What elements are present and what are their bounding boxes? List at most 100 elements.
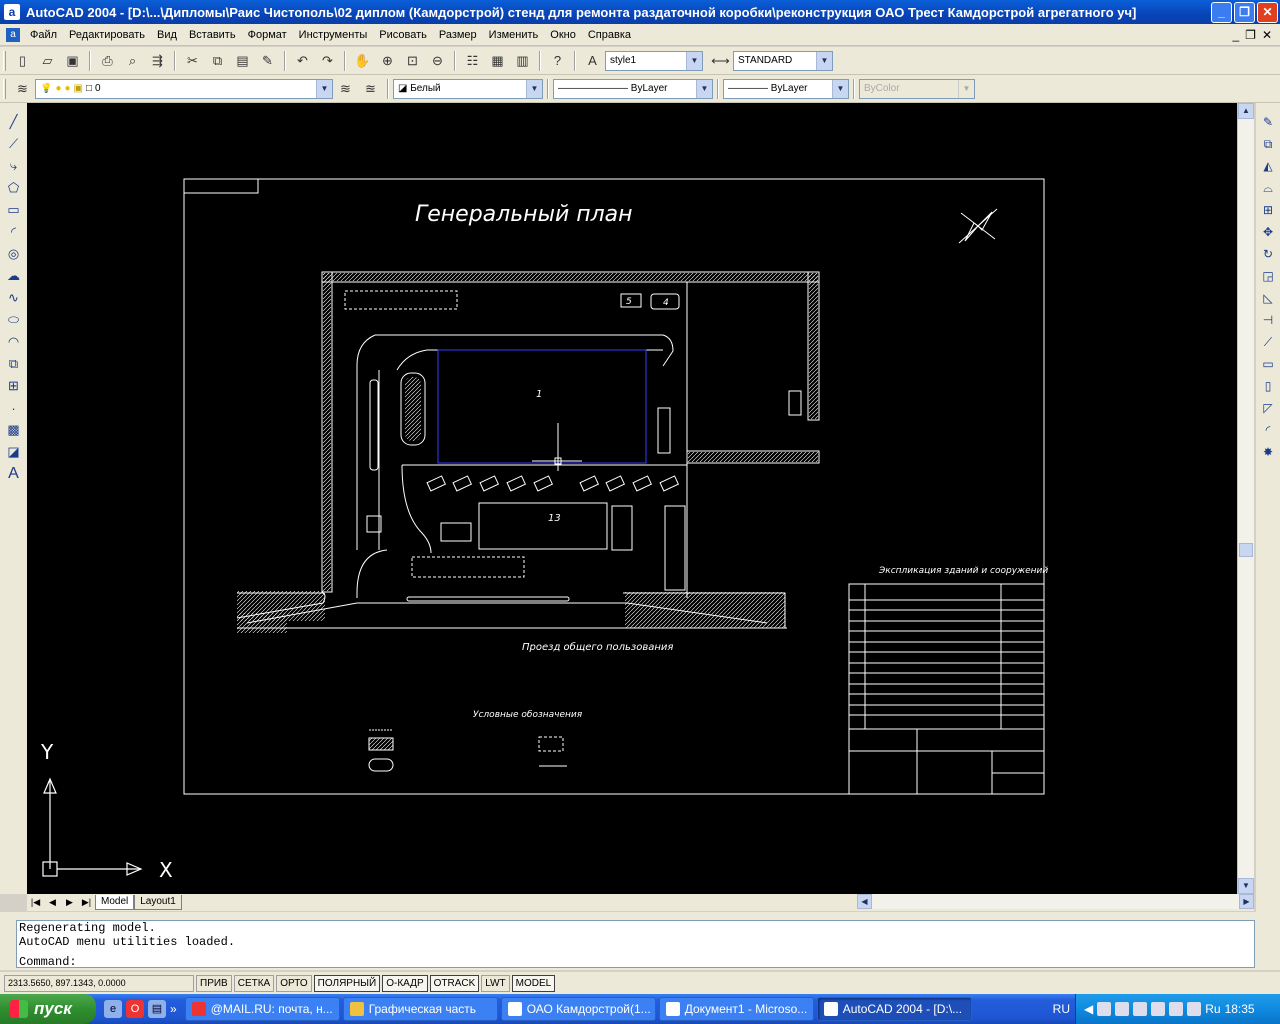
toolbar-grip[interactable] xyxy=(3,50,6,71)
region-icon[interactable]: ◪ xyxy=(3,441,25,463)
arc-icon[interactable]: ◜ xyxy=(3,221,25,243)
lineweight-select[interactable]: ———— ByLayer ▼ xyxy=(723,78,849,99)
document-icon[interactable]: a xyxy=(6,27,20,42)
command-history[interactable]: Regenerating model. AutoCAD menu utiliti… xyxy=(16,920,1255,969)
copy-icon[interactable]: ⧉ xyxy=(206,50,229,72)
language-indicator[interactable]: RU xyxy=(1053,1002,1070,1016)
tray-language-icon[interactable]: Ru xyxy=(1205,1002,1220,1016)
task-autocad[interactable]: AutoCAD 2004 - [D:\... xyxy=(816,997,972,1021)
horizontal-scrollbar[interactable]: ◀ ▶ xyxy=(857,894,1254,909)
menu-help[interactable]: Справка xyxy=(582,29,637,41)
zoom-previous-icon[interactable]: ⊖ xyxy=(426,50,449,72)
properties-icon[interactable]: ☷ xyxy=(461,50,484,72)
drawing-canvas[interactable]: Генеральный план 1 13 4 5 Проезд общего … xyxy=(27,103,1237,894)
model-button[interactable]: MODEL xyxy=(511,974,556,992)
expand-quicklaunch-icon[interactable]: » xyxy=(170,1002,177,1016)
close-button[interactable]: ✕ xyxy=(1257,1,1278,23)
ellipse-arc-icon[interactable]: ◠ xyxy=(3,331,25,353)
hatch-icon[interactable]: ▩ xyxy=(3,419,25,441)
scroll-thumb[interactable] xyxy=(1239,543,1253,557)
print-icon[interactable]: ⎙ xyxy=(96,50,119,72)
network-icon[interactable] xyxy=(1097,1002,1112,1016)
ie-icon[interactable]: e xyxy=(104,1000,122,1018)
tray-app-icon[interactable] xyxy=(1169,1002,1184,1016)
polar-button[interactable]: ПОЛЯРНЫЙ xyxy=(313,974,381,992)
redo-icon[interactable]: ↷ xyxy=(316,50,339,72)
task-word-kamdorstroy[interactable]: ОАО Камдорстрой(1... xyxy=(500,997,656,1021)
first-tab-icon[interactable]: |◀ xyxy=(27,895,44,910)
scroll-down-icon[interactable]: ▼ xyxy=(1238,878,1254,894)
tool-palettes-icon[interactable]: ▥ xyxy=(511,50,534,72)
menu-draw[interactable]: Рисовать xyxy=(373,29,433,41)
undo-icon[interactable]: ↶ xyxy=(291,50,314,72)
explode-icon[interactable]: ✸ xyxy=(1257,441,1279,463)
menu-tools[interactable]: Инструменты xyxy=(293,29,374,41)
clock[interactable]: 18:35 xyxy=(1225,1002,1255,1016)
scroll-up-icon[interactable]: ▲ xyxy=(1238,103,1254,119)
polyline-icon[interactable]: ⤷ xyxy=(3,155,25,177)
volume-icon[interactable] xyxy=(1133,1002,1148,1016)
text-style-icon[interactable]: A xyxy=(581,50,604,72)
fillet-icon[interactable]: ◜ xyxy=(1257,419,1279,441)
opera-icon[interactable]: O xyxy=(126,1000,144,1018)
text-style-select[interactable]: style1 ▼ xyxy=(605,50,703,71)
restore-button[interactable]: ❐ xyxy=(1234,1,1255,23)
save-icon[interactable]: ▣ xyxy=(61,50,84,72)
mdi-restore-icon[interactable]: ❐ xyxy=(1245,28,1256,42)
task-mailru[interactable]: @MAIL.RU: почта, н... xyxy=(184,997,340,1021)
start-button[interactable]: пуск xyxy=(0,994,96,1024)
stretch-icon[interactable]: ◺ xyxy=(1257,287,1279,309)
rotate-icon[interactable]: ↻ xyxy=(1257,243,1279,265)
autocad-app-icon[interactable]: a xyxy=(4,4,20,20)
antivirus-icon[interactable] xyxy=(1115,1002,1130,1016)
last-tab-icon[interactable]: ▶| xyxy=(78,895,95,910)
help-icon[interactable]: ? xyxy=(546,50,569,72)
match-properties-icon[interactable]: ✎ xyxy=(256,50,279,72)
toolbar-grip[interactable] xyxy=(3,78,6,99)
point-icon[interactable]: · xyxy=(3,397,25,419)
task-graphics-folder[interactable]: Графическая часть xyxy=(342,997,498,1021)
circle-icon[interactable]: ◎ xyxy=(3,243,25,265)
pan-icon[interactable]: ✋ xyxy=(351,50,374,72)
new-icon[interactable]: ▯ xyxy=(11,50,34,72)
menu-format[interactable]: Формат xyxy=(242,29,293,41)
zoom-realtime-icon[interactable]: ⊕ xyxy=(376,50,399,72)
ellipse-icon[interactable]: ⬭ xyxy=(3,309,25,331)
layer-manager-icon[interactable]: ≋ xyxy=(11,78,34,100)
next-tab-icon[interactable]: ▶ xyxy=(61,895,78,910)
task-word-document1[interactable]: Документ1 - Microso... xyxy=(658,997,814,1021)
print-preview-icon[interactable]: ⌕ xyxy=(121,50,144,72)
break-icon[interactable]: ▭ xyxy=(1257,353,1279,375)
ortho-button[interactable]: ОРТО xyxy=(276,974,312,992)
construction-line-icon[interactable]: ⟋ xyxy=(3,133,25,155)
scale-icon[interactable]: ◲ xyxy=(1257,265,1279,287)
menu-modify[interactable]: Изменить xyxy=(483,29,545,41)
vertical-scrollbar[interactable]: ▲ ▼ xyxy=(1237,103,1254,894)
menu-dimension[interactable]: Размер xyxy=(433,29,483,41)
command-prompt[interactable]: Command: xyxy=(19,955,77,969)
extend-icon[interactable]: ⟋ xyxy=(1257,331,1279,353)
osnap-button[interactable]: О-КАДР xyxy=(382,974,428,992)
security-icon[interactable] xyxy=(1151,1002,1166,1016)
join-icon[interactable]: ▯ xyxy=(1257,375,1279,397)
make-block-icon[interactable]: ⊞ xyxy=(3,375,25,397)
tray-app-icon-2[interactable] xyxy=(1187,1002,1202,1016)
offset-icon[interactable]: ⌓ xyxy=(1257,177,1279,199)
zoom-window-icon[interactable]: ⊡ xyxy=(401,50,424,72)
layer-previous-icon[interactable]: ≊ xyxy=(359,78,382,100)
trim-icon[interactable]: ⊣ xyxy=(1257,309,1279,331)
menu-window[interactable]: Окно xyxy=(544,29,582,41)
multiline-text-icon[interactable]: A xyxy=(3,463,25,485)
tab-layout1[interactable]: Layout1 xyxy=(134,895,182,910)
otrack-button[interactable]: OTRACK xyxy=(429,974,480,992)
line-icon[interactable]: ╱ xyxy=(3,111,25,133)
paste-icon[interactable]: ▤ xyxy=(231,50,254,72)
coordinates-display[interactable]: 2313.5650, 897.1343, 0.0000 xyxy=(4,974,194,992)
dim-style-icon[interactable]: ⟷ xyxy=(709,50,732,72)
insert-block-icon[interactable]: ⧉ xyxy=(3,353,25,375)
move-icon[interactable]: ✥ xyxy=(1257,221,1279,243)
scroll-left-icon[interactable]: ◀ xyxy=(857,894,872,909)
publish-icon[interactable]: ⇶ xyxy=(146,50,169,72)
mdi-minimize-icon[interactable]: _ xyxy=(1232,28,1239,42)
prev-tab-icon[interactable]: ◀ xyxy=(44,895,61,910)
